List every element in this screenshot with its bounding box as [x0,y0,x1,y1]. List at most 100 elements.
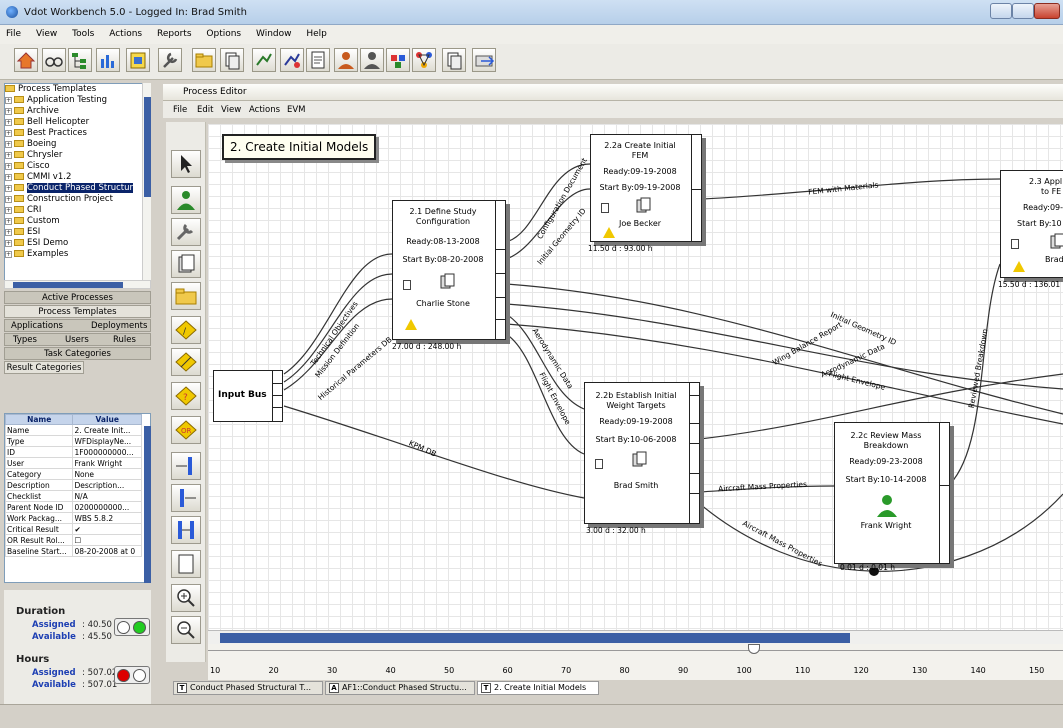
tree-item[interactable]: + Application Testing [5,95,150,106]
prop-value[interactable]: 1F000000000... [72,446,142,458]
task-node-2-2c[interactable]: 2.2c Review Mass Breakdown Ready:09-23-2… [834,422,950,564]
canvas-horizontal-scrollbar[interactable] [208,630,1063,644]
zoom-slider-handle[interactable] [748,644,760,654]
tree-item[interactable]: + Conduct Phased Structur [5,183,150,194]
prop-value[interactable]: ✔ [72,523,142,535]
editor-menu-evm[interactable]: EVM [287,105,306,115]
table-row[interactable]: Critical Result ✔ [5,523,142,535]
pages-b-button[interactable] [442,48,466,72]
active-processes-button[interactable]: Active Processes [4,291,151,304]
prop-value[interactable]: N/A [72,490,142,502]
menu-tools[interactable]: Tools [66,25,100,39]
tab-create-initial-models[interactable]: T 2. Create Initial Models [477,681,599,695]
subprocess-tool[interactable] [171,250,201,278]
rule-tool-a[interactable]: / [171,316,201,344]
or-tool[interactable]: OR [171,416,201,444]
tree-item[interactable]: + Cisco [5,161,150,172]
tree-root[interactable]: Process Templates [5,84,150,95]
prop-value[interactable]: None [72,468,142,480]
prop-value[interactable]: WFDisplayNe... [72,435,142,447]
table-row[interactable]: Parent Node ID 0200000000... [5,501,142,513]
tree-item[interactable]: + CRI [5,205,150,216]
header-value[interactable]: Value [72,414,142,425]
maximize-button[interactable] [1012,3,1034,19]
table-row[interactable]: Baseline Start... 08-20-2008 at 0 [5,545,142,557]
editor-menu-actions[interactable]: Actions [249,105,280,115]
tree-item[interactable]: + Bell Helicopter [5,117,150,128]
document-button[interactable] [306,48,330,72]
expand-icon[interactable]: + [5,207,12,214]
expand-icon[interactable]: + [5,185,12,192]
editor-menu-file[interactable]: File [173,105,187,115]
users-button[interactable] [360,48,384,72]
tree-item[interactable]: + ESI [5,227,150,238]
table-row[interactable]: Description Description... [5,479,142,491]
task-node-2-3[interactable]: 2.3 Appl to FE Ready:09- Start By:10 Bra… [1000,170,1063,278]
menu-help[interactable]: Help [300,25,333,39]
expand-icon[interactable]: + [5,163,12,170]
header-name[interactable]: Name [5,414,74,425]
process-canvas[interactable]: 2. Create Initial Models Technical Objec… [208,124,1063,630]
expand-icon[interactable]: + [5,108,12,115]
editor-menu-view[interactable]: View [221,105,241,115]
home-button[interactable] [14,48,38,72]
table-row[interactable]: ID 1F000000000... [5,446,142,458]
prop-value[interactable]: Frank Wright [72,457,142,469]
task-categories-button[interactable]: Task Categories [4,347,151,360]
zoom-in-tool[interactable] [171,584,201,612]
prop-value[interactable]: 08-20-2008 at 0 [72,545,142,557]
tree-item[interactable]: + ESI Demo [5,238,150,249]
applications-button[interactable]: Applications [11,321,63,331]
prop-value[interactable]: 2. Create Init... [72,424,142,436]
table-row[interactable]: Category None [5,468,142,480]
chart-button[interactable] [96,48,120,72]
expand-icon[interactable]: + [5,240,12,247]
expand-icon[interactable]: + [5,196,12,203]
page-tool[interactable] [171,550,201,578]
table-row[interactable]: User Frank Wright [5,457,142,469]
editor-menu-edit[interactable]: Edit [197,105,213,115]
expand-icon[interactable]: + [5,218,12,225]
expand-icon[interactable]: + [5,229,12,236]
expand-icon[interactable]: + [5,251,12,258]
export-button[interactable] [472,48,496,72]
close-button[interactable] [1034,3,1060,19]
input-bus-node[interactable]: Input Bus [213,370,283,422]
open-folder-button[interactable] [192,48,216,72]
scroll-thumb[interactable] [13,282,123,288]
tree-item[interactable]: + Best Practices [5,128,150,139]
menu-actions[interactable]: Actions [103,25,148,39]
sync-tool[interactable] [171,516,201,544]
tools-button[interactable] [158,48,182,72]
process-templates-button[interactable]: Process Templates [4,305,151,318]
expand-icon[interactable]: + [5,141,12,148]
tool-b-button[interactable] [280,48,304,72]
tree-item[interactable]: + Archive [5,106,150,117]
expand-icon[interactable]: + [5,130,12,137]
table-row[interactable]: Checklist N/A [5,490,142,502]
group-button[interactable] [386,48,410,72]
menu-reports[interactable]: Reports [151,25,198,39]
prop-value[interactable]: 0200000000... [72,501,142,513]
folder-tool[interactable] [171,282,201,310]
minimize-button[interactable] [990,3,1012,19]
select-tool[interactable] [171,150,201,178]
tree-item[interactable]: + Boeing [5,139,150,150]
menu-file[interactable]: File [0,25,27,39]
edge-aerodynamic-data[interactable] [505,313,585,410]
timeline-ruler[interactable]: 10 20 30 40 50 60 70 80 90 100 110 120 130 140 150 [208,644,1063,680]
prop-value[interactable]: Description... [72,479,142,491]
table-row[interactable]: Work Packag... WBS 5.8.2 [5,512,142,524]
join-left-tool[interactable] [171,452,201,480]
properties-scrollbar[interactable] [144,426,151,583]
tree-item[interactable]: + Chrysler [5,150,150,161]
table-row[interactable]: Type WFDisplayNe... [5,435,142,447]
tree-item[interactable]: + CMMI v1.2 [5,172,150,183]
menu-options[interactable]: Options [200,25,247,39]
prop-value[interactable]: ☐ [72,534,142,546]
tree-item[interactable]: + Custom [5,216,150,227]
expand-icon[interactable]: + [5,174,12,181]
expand-icon[interactable]: + [5,152,12,159]
users-nav-button[interactable]: Users [65,335,89,345]
result-categories-button[interactable]: Result Categories [4,361,84,374]
